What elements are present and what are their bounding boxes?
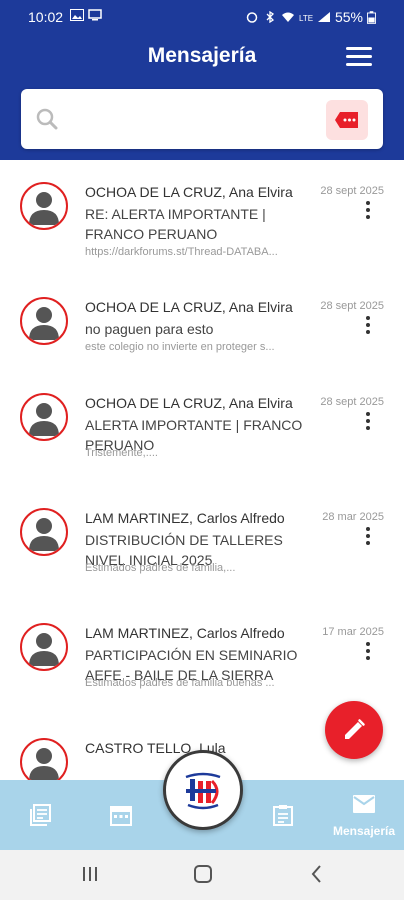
pencil-icon — [345, 719, 365, 739]
nav-item-calendar[interactable] — [84, 780, 160, 850]
signal-icon — [317, 12, 330, 22]
battery-percent: 55% — [334, 9, 363, 25]
message-item[interactable]: OCHOA DE LA CRUZ, Ana Elvira RE: ALERTA … — [0, 170, 404, 285]
hamburger-menu-icon[interactable] — [346, 47, 374, 69]
message-sender: OCHOA DE LA CRUZ, Ana Elvira — [85, 184, 293, 200]
message-subject: RE: ALERTA IMPORTANTE | FRANCO PERUANO — [85, 206, 266, 242]
school-logo-icon — [185, 772, 221, 810]
message-item[interactable]: OCHOA DE LA CRUZ, Ana Elvira ALERTA IMPO… — [0, 381, 404, 496]
lte-icon: LTE — [299, 14, 313, 23]
bluetooth-icon — [266, 11, 274, 23]
user-icon — [29, 748, 59, 780]
message-list: OCHOA DE LA CRUZ, Ana Elvira RE: ALERTA … — [0, 160, 404, 780]
message-date: 28 sept 2025 — [320, 300, 384, 312]
message-date: 28 sept 2025 — [320, 396, 384, 408]
school-logo-button[interactable] — [163, 750, 243, 830]
wifi-icon — [281, 12, 294, 22]
user-icon — [29, 403, 59, 436]
nav-item-news[interactable] — [2, 780, 78, 850]
compose-button[interactable] — [325, 701, 383, 759]
search-bar — [21, 89, 383, 149]
more-options-icon[interactable] — [360, 642, 376, 662]
message-preview: Estimados padres de familia,... — [85, 562, 236, 574]
avatar — [20, 738, 68, 780]
news-icon — [30, 804, 51, 826]
more-options-icon[interactable] — [360, 527, 376, 547]
message-date: 28 mar 2025 — [322, 511, 384, 523]
message-date: 17 mar 2025 — [322, 626, 384, 638]
message-sender: OCHOA DE LA CRUZ, Ana Elvira — [85, 395, 293, 411]
image-icon — [70, 9, 84, 21]
more-options-icon[interactable] — [360, 316, 376, 336]
screen-icon — [88, 9, 102, 21]
message-sender: LAM MARTINEZ, Carlos Alfredo — [85, 510, 285, 526]
status-bar: 10:02 LTE 55% — [0, 0, 404, 34]
user-icon — [29, 192, 59, 225]
avatar — [20, 623, 68, 671]
system-nav-bar — [0, 850, 404, 900]
search-icon — [36, 108, 58, 130]
message-item[interactable]: LAM MARTINEZ, Carlos Alfredo DISTRIBUCIÓ… — [0, 496, 404, 611]
message-preview: https://darkforums.st/Thread-DATABA... — [85, 246, 278, 258]
clipboard-icon — [273, 805, 293, 826]
nav-item-clipboard[interactable] — [246, 780, 322, 850]
avatar — [20, 393, 68, 441]
message-sender: LAM MARTINEZ, Carlos Alfredo — [85, 625, 285, 641]
user-icon — [29, 518, 59, 551]
message-date: 28 sept 2025 — [320, 185, 384, 197]
app-header: 10:02 LTE 55% Mensajería — [0, 0, 404, 160]
nav-label-mensajeria: Mensajería — [332, 824, 396, 838]
message-sender: OCHOA DE LA CRUZ, Ana Elvira — [85, 299, 293, 315]
user-icon — [29, 307, 59, 340]
recent-apps-icon[interactable] — [80, 864, 100, 884]
search-input[interactable] — [69, 103, 329, 135]
calendar-icon — [110, 806, 132, 826]
svg-text:LTE: LTE — [299, 14, 313, 23]
more-options-icon[interactable] — [360, 201, 376, 221]
tag-filter-button[interactable] — [326, 100, 368, 140]
avatar — [20, 182, 68, 230]
alarm-icon — [246, 12, 258, 23]
user-icon — [29, 633, 59, 666]
mail-icon — [353, 795, 375, 813]
home-icon[interactable] — [193, 864, 213, 884]
message-preview: este colegio no invierte en proteger s..… — [85, 341, 275, 353]
page-title: Mensajería — [147, 44, 257, 67]
message-preview: Tristemente,.... — [85, 447, 158, 459]
message-preview: Estimados padres de familia buenas ... — [85, 677, 275, 689]
back-icon[interactable] — [307, 864, 327, 884]
message-subject: no paguen para esto — [85, 321, 214, 337]
battery-icon — [367, 10, 376, 24]
tag-icon — [335, 112, 358, 128]
avatar — [20, 297, 68, 345]
more-options-icon[interactable] — [360, 412, 376, 432]
nav-item-mensajeria[interactable]: Mensajería — [326, 780, 402, 850]
avatar — [20, 508, 68, 556]
status-time: 10:02 — [28, 9, 64, 25]
